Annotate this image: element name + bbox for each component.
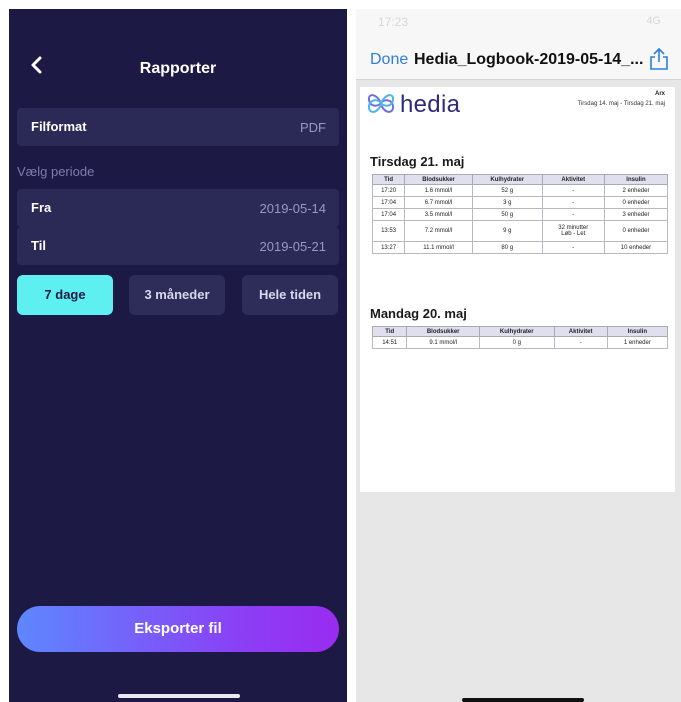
cell-glucose: 11.1 mmol/l (404, 241, 473, 254)
to-value: 2019-05-21 (259, 239, 327, 254)
cell-insulin: 10 enheder (603, 241, 669, 254)
table-row: 13:53 7.2 mmol/l 9 g 32 minutter Løb - L… (371, 220, 669, 242)
column-header: Blodsukker (406, 326, 480, 337)
share-icon[interactable] (649, 47, 669, 71)
cell-insulin: 1 enheder (606, 336, 669, 349)
cell-time: 13:27 (371, 241, 406, 254)
reports-screen: Rapporter Filformat PDF Vælg periode Fra… (9, 9, 347, 702)
column-header: Insulin (603, 174, 669, 185)
period-heading: Vælg periode (17, 164, 95, 179)
cell-time: 14:51 (371, 336, 408, 349)
page-title: Rapporter (139, 60, 217, 77)
cell-activity: - (541, 241, 605, 254)
table-row: 17:04 3.5 mmol/l 50 g - 3 enheder (371, 208, 669, 221)
cell-insulin: 0 enheder (603, 220, 669, 242)
range-3-months-button[interactable]: 3 måneder (129, 275, 225, 315)
cell-activity: - (553, 336, 608, 349)
column-header: Kulhydrater (471, 174, 543, 185)
cell-carbs: 50 g (471, 208, 543, 221)
column-header: Insulin (606, 326, 669, 337)
cell-carbs: 80 g (471, 241, 543, 254)
range-all-time-button[interactable]: Hele tiden (242, 275, 338, 315)
cell-activity: 32 minutter Løb - Let (541, 220, 605, 242)
status-bar: 17:23 4G (356, 9, 681, 39)
cell-time: 17:20 (371, 184, 406, 197)
fileformat-label: Filformat (31, 119, 87, 134)
column-header: Aktivitet (541, 174, 605, 185)
cell-time: 17:04 (371, 208, 406, 221)
cell-glucose: 9.1 mmol/l (406, 336, 480, 349)
table-header-row: Tid Blodsukker Kulhydrater Aktivitet Ins… (371, 174, 669, 185)
cell-activity: - (541, 184, 605, 197)
from-date-row[interactable]: Fra 2019-05-14 (17, 189, 339, 227)
home-indicator (462, 698, 584, 702)
to-label: Til (31, 238, 46, 253)
cell-glucose: 6.7 mmol/l (404, 196, 473, 209)
preview-nav-bar: Done Hedia_Logbook-2019-05-14_... (356, 39, 681, 80)
cell-activity: - (541, 208, 605, 221)
table-row: 17:20 1.6 mmol/l 52 g - 2 enheder (371, 184, 669, 197)
from-value: 2019-05-14 (259, 201, 327, 216)
pdf-preview-screen: 17:23 4G Done Hedia_Logbook-2019-05-14_.… (356, 9, 681, 702)
column-header: Tid (371, 174, 406, 185)
brand-name: hedia (400, 91, 461, 118)
done-button[interactable]: Done (370, 51, 408, 69)
from-label: Fra (31, 200, 52, 215)
cell-carbs: 9 g (471, 220, 543, 242)
log-table: Tid Blodsukker Kulhydrater Aktivitet Ins… (371, 326, 669, 349)
cell-activity: - (541, 196, 605, 209)
table-row: 14:51 9.1 mmol/l 0 g - 1 enheder (371, 336, 669, 349)
cell-insulin: 0 enheder (603, 196, 669, 209)
log-table: Tid Blodsukker Kulhydrater Aktivitet Ins… (371, 174, 669, 254)
network-indicator: 4G (646, 15, 661, 27)
column-header: Kulhydrater (478, 326, 555, 337)
cell-carbs: 52 g (471, 184, 543, 197)
report-date-range: Tirsdag 14. maj - Tirsdag 21. maj (577, 101, 665, 107)
report-user: Arx (654, 91, 665, 97)
day-heading: Tirsdag 21. maj (370, 154, 465, 169)
hedia-logo-icon (367, 94, 395, 113)
column-header: Aktivitet (553, 326, 608, 337)
column-header: Blodsukker (404, 174, 473, 185)
table-header-row: Tid Blodsukker Kulhydrater Aktivitet Ins… (371, 326, 669, 337)
cell-time: 13:53 (371, 220, 406, 242)
cell-insulin: 3 enheder (603, 208, 669, 221)
document-filename: Hedia_Logbook-2019-05-14_... (414, 51, 644, 68)
to-date-row[interactable]: Til 2019-05-21 (17, 227, 339, 265)
day-heading: Mandag 20. maj (370, 306, 467, 321)
fileformat-value: PDF (300, 120, 326, 135)
cell-glucose: 1.6 mmol/l (404, 184, 473, 197)
cell-glucose: 7.2 mmol/l (404, 220, 473, 242)
column-header: Tid (371, 326, 408, 337)
table-row: 13:27 11.1 mmol/l 80 g - 10 enheder (371, 241, 669, 254)
status-time: 17:23 (378, 15, 409, 29)
pdf-page: hedia Arx Tirsdag 14. maj - Tirsdag 21. … (360, 87, 675, 492)
cell-carbs: 0 g (478, 336, 555, 349)
activity-detail: Løb - Let (561, 231, 586, 237)
table-row: 17:04 6.7 mmol/l 3 g - 0 enheder (371, 196, 669, 209)
cell-glucose: 3.5 mmol/l (404, 208, 473, 221)
home-indicator (118, 694, 240, 698)
range-7-days-button[interactable]: 7 dage (17, 275, 113, 315)
cell-time: 17:04 (371, 196, 406, 209)
export-file-button[interactable]: Eksporter fil (17, 606, 339, 652)
cell-carbs: 3 g (471, 196, 543, 209)
cell-insulin: 2 enheder (603, 184, 669, 197)
fileformat-row[interactable]: Filformat PDF (17, 108, 339, 146)
